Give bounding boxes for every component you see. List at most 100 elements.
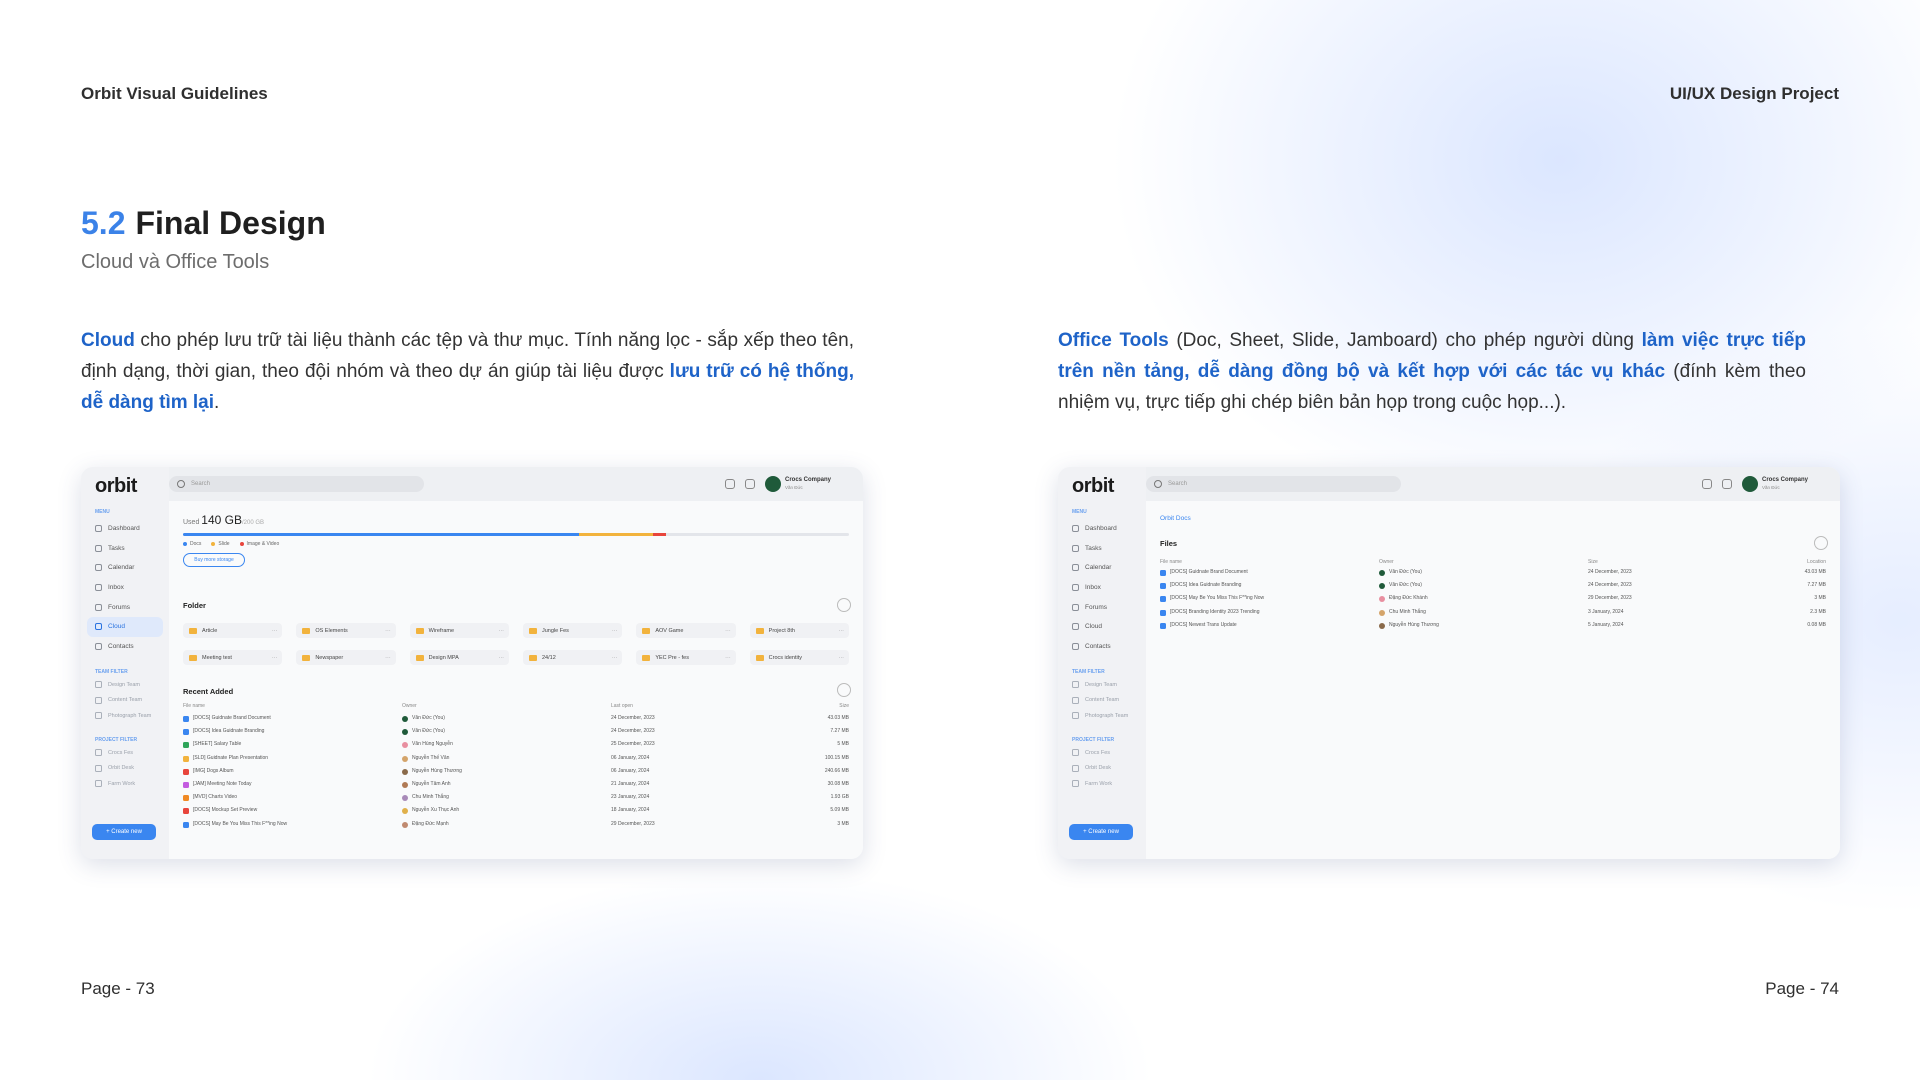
folder-item[interactable]: Wireframe ··· xyxy=(409,623,509,638)
sidebar-item-tasks[interactable]: Tasks xyxy=(1064,539,1140,559)
checkbox-icon[interactable] xyxy=(1072,749,1079,757)
filter-checkbox[interactable]: Design Team xyxy=(1072,677,1142,693)
more-options-icon[interactable]: ··· xyxy=(385,655,391,661)
owner-avatar xyxy=(402,742,408,749)
filter-checkbox[interactable]: Orbit Desk xyxy=(95,761,165,777)
more-options-icon[interactable]: ··· xyxy=(839,628,845,634)
filter-checkbox[interactable]: Crocs Fes xyxy=(1072,745,1142,761)
folder-item[interactable]: Newspaper ··· xyxy=(296,650,396,665)
more-options-icon[interactable]: ··· xyxy=(385,628,391,634)
filter-checkbox[interactable]: Farm Work xyxy=(95,776,165,792)
avatar[interactable] xyxy=(1742,476,1758,492)
folder-item[interactable]: OS Elements ··· xyxy=(296,623,396,638)
checkbox-icon[interactable] xyxy=(1072,681,1079,689)
checkbox-icon[interactable] xyxy=(95,681,102,689)
filter-checkbox[interactable]: Content Team xyxy=(95,693,165,709)
checkbox-icon[interactable] xyxy=(95,749,102,757)
sidebar-item-tasks[interactable]: Tasks xyxy=(87,539,163,559)
owner-name: Chu Minh Thắng xyxy=(412,794,449,801)
folder-item[interactable]: Jungle Fes ··· xyxy=(523,623,623,638)
more-options-icon[interactable]: ··· xyxy=(612,628,618,634)
checkbox-icon[interactable] xyxy=(95,764,102,772)
search-input[interactable]: Search xyxy=(169,476,424,492)
project-filter-label: PROJECT FILTER xyxy=(1072,737,1115,743)
checkbox-icon[interactable] xyxy=(95,780,102,788)
table-row[interactable]: [DOCS] Idea Guidnate Branding Văn Đức (Yo… xyxy=(1160,582,1826,595)
table-row[interactable]: [JAM] Meeting Note Today Nguyễn Tâm Anh 21… xyxy=(183,781,849,794)
folder-item[interactable]: YEC Pre - fes ··· xyxy=(636,650,736,665)
owner-name: Văn Đức (You) xyxy=(1389,569,1422,575)
sidebar-item-calendar[interactable]: Calendar xyxy=(87,558,163,578)
sidebar-item-calendar[interactable]: Calendar xyxy=(1064,558,1140,578)
table-row[interactable]: [SLD] Guidnate Plan Presentation Nguyễn T… xyxy=(183,755,849,768)
table-row[interactable]: [DOCS] Guidnate Brand Document Văn Đức (Y… xyxy=(1160,569,1826,582)
avatar[interactable] xyxy=(765,476,781,492)
filter-checkbox[interactable]: Design Team xyxy=(95,677,165,693)
sidebar-item-cloud[interactable]: Cloud xyxy=(1064,617,1140,637)
filter-icon[interactable] xyxy=(837,683,851,697)
bell-icon[interactable] xyxy=(1702,479,1712,489)
file-size: 43.03 MB xyxy=(827,715,849,721)
folder-name: Wireframe xyxy=(428,627,455,634)
table-row[interactable]: [DOCS] Branding Identity 2023 Trending Ch… xyxy=(1160,609,1826,622)
sidebar-item-forums[interactable]: Forums xyxy=(87,597,163,617)
folder-item[interactable]: 24/12 ··· xyxy=(523,650,623,665)
sidebar-item-forums[interactable]: Forums xyxy=(1064,597,1140,617)
table-row[interactable]: [IMG] Dogs Album Nguyễn Hùng Thương 06 Jan… xyxy=(183,768,849,781)
sidebar-item-inbox[interactable]: Inbox xyxy=(1064,578,1140,598)
more-options-icon[interactable]: ··· xyxy=(499,628,505,634)
grid-icon[interactable] xyxy=(1722,479,1732,489)
buy-more-storage-button[interactable]: Buy more storage xyxy=(183,553,245,567)
sidebar-item-dashboard[interactable]: Dashboard xyxy=(87,519,163,539)
filter-checkbox[interactable]: Orbit Desk xyxy=(1072,761,1142,777)
filter-checkbox[interactable]: Content Team xyxy=(1072,693,1142,709)
folder-item[interactable]: Meeting test ··· xyxy=(183,650,283,665)
folder-item[interactable]: Project 8th ··· xyxy=(749,623,849,638)
checkbox-icon[interactable] xyxy=(95,712,102,720)
folder-icon xyxy=(302,627,311,634)
filter-checkbox[interactable]: Photograph Team xyxy=(1072,708,1142,724)
more-options-icon[interactable]: ··· xyxy=(839,655,845,661)
grid-icon[interactable] xyxy=(745,479,755,489)
table-row[interactable]: [DOCS] Idea Guidnate Branding Văn Đức (Yo… xyxy=(183,728,849,741)
filter-checkbox[interactable]: Crocs Fes xyxy=(95,745,165,761)
search-input[interactable]: Search xyxy=(1146,476,1401,492)
sidebar-item-inbox[interactable]: Inbox xyxy=(87,578,163,598)
folder-item[interactable]: Crocs identity ··· xyxy=(749,650,849,665)
sidebar-item-cloud[interactable]: Cloud xyxy=(87,616,163,637)
more-options-icon[interactable]: ··· xyxy=(725,655,731,661)
table-row[interactable]: [DOCS] May Be You Miss This F**ing Now Đặ… xyxy=(183,821,849,834)
checkbox-icon[interactable] xyxy=(1072,712,1079,720)
table-row[interactable]: [DOCS] Mockup Set Preview Nguyễn Xu Thục … xyxy=(183,807,849,820)
checkbox-icon[interactable] xyxy=(1072,764,1079,772)
filter-icon[interactable] xyxy=(1814,536,1828,550)
more-options-icon[interactable]: ··· xyxy=(725,628,731,634)
table-row[interactable]: [DOCS] Guidnate Brand Document Văn Đức (Y… xyxy=(183,715,849,728)
table-row[interactable]: [DOCS] May Be You Miss This F**ing Now Đặ… xyxy=(1160,595,1826,608)
sidebar-item-contacts[interactable]: Contacts xyxy=(1064,637,1140,657)
more-options-icon[interactable]: ··· xyxy=(272,628,278,634)
bell-icon[interactable] xyxy=(725,479,735,489)
more-options-icon[interactable]: ··· xyxy=(272,655,278,661)
folder-item[interactable]: AOV Game ··· xyxy=(636,623,736,638)
folder-item[interactable]: Article ··· xyxy=(183,623,283,638)
sidebar-item-dashboard[interactable]: Dashboard xyxy=(1064,519,1140,539)
more-options-icon[interactable]: ··· xyxy=(499,655,505,661)
sidebar-item-label: Calendar xyxy=(108,564,135,572)
more-options-icon[interactable]: ··· xyxy=(612,655,618,661)
folder-item[interactable]: Design MPA ··· xyxy=(409,650,509,665)
sidebar-item-contacts[interactable]: Contacts xyxy=(87,637,163,657)
checkbox-icon[interactable] xyxy=(95,696,102,704)
table-row[interactable]: [SHEET] Salary Table Văn Hùng Nguyễn 25 De… xyxy=(183,741,849,754)
table-row[interactable]: [MVD] Charts Video Chu Minh Thắng 23 Janua… xyxy=(183,794,849,807)
filter-checkbox[interactable]: Photograph Team xyxy=(95,708,165,724)
cloud-icon xyxy=(1072,623,1079,631)
breadcrumb[interactable]: Orbit Docs xyxy=(1160,515,1191,522)
table-row[interactable]: [DOCS] Newest Trans Update Nguyễn Hùng Th… xyxy=(1160,622,1826,635)
checkbox-icon[interactable] xyxy=(1072,696,1079,704)
filter-checkbox[interactable]: Farm Work xyxy=(1072,776,1142,792)
create-new-button[interactable]: + Create new xyxy=(1069,824,1133,840)
filter-icon[interactable] xyxy=(837,598,851,612)
checkbox-icon[interactable] xyxy=(1072,780,1079,788)
create-new-button[interactable]: + Create new xyxy=(92,824,156,840)
